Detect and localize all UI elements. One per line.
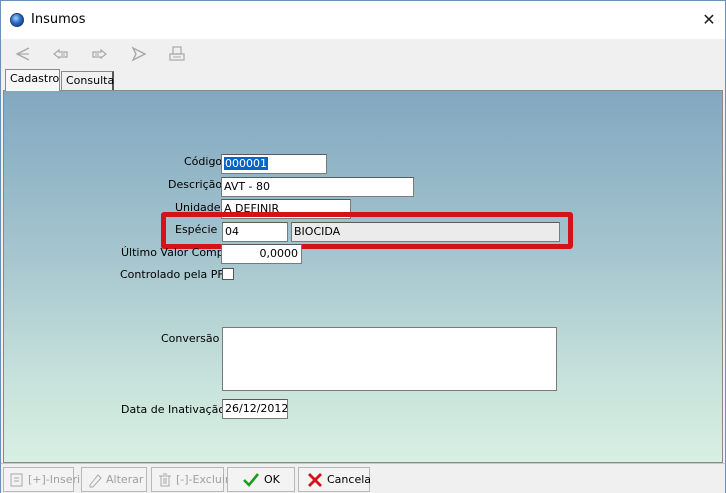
descricao-field[interactable]: AVT - 80	[221, 177, 414, 197]
ok-label: OK	[264, 473, 280, 486]
close-button[interactable]: ✕	[693, 1, 725, 39]
alterar-button[interactable]: Alterar	[81, 467, 147, 492]
ultimo-valor-field[interactable]: 0,0000	[221, 244, 302, 264]
descricao-label: Descrição	[168, 178, 223, 191]
navigation-toolbar	[1, 39, 725, 69]
alterar-label: Alterar	[106, 473, 144, 486]
print-icon[interactable]	[167, 44, 187, 64]
data-inativacao-field[interactable]: 26/12/2012	[222, 399, 288, 419]
tab-cadastro[interactable]: Cadastro	[5, 69, 60, 91]
next-record-icon[interactable]	[89, 44, 109, 64]
inserir-label: [+]-Inserir	[28, 473, 85, 486]
window-title: Insumos	[31, 12, 86, 27]
cancela-button[interactable]: Cancela	[298, 467, 372, 492]
trash-icon	[156, 471, 174, 489]
cadastro-panel: Código 000001 Descrição AVT - 80 Unidade…	[3, 90, 723, 463]
excluir-label: [-]-Excluir	[176, 473, 230, 486]
ok-button[interactable]: OK	[227, 467, 295, 492]
edit-icon	[86, 471, 104, 489]
app-logo-icon	[10, 13, 24, 27]
codigo-field[interactable]: 000001	[221, 154, 327, 174]
codigo-value: 000001	[224, 157, 268, 170]
first-record-icon[interactable]	[13, 44, 33, 64]
cancel-x-icon	[306, 471, 324, 489]
data-inativacao-label: Data de Inativação	[121, 403, 226, 416]
controlado-label: Controlado pela PF	[120, 268, 224, 281]
excluir-button[interactable]: [-]-Excluir	[151, 467, 229, 492]
conversao-label: Conversão	[161, 332, 220, 345]
previous-record-icon[interactable]	[51, 44, 71, 64]
codigo-label: Código	[184, 155, 223, 168]
insert-icon	[8, 471, 26, 489]
title-bar: Insumos ✕	[1, 1, 725, 39]
inserir-button[interactable]: [+]-Inserir	[3, 467, 85, 492]
controlado-checkbox[interactable]	[222, 268, 234, 280]
ultimo-valor-label: Último Valor Compra	[121, 246, 236, 259]
tab-strip: Cadastro Consulta	[1, 69, 725, 91]
checkmark-icon	[242, 471, 260, 489]
action-bar: [+]-Inserir Alterar [-]-Excluir OK Cance…	[1, 463, 725, 493]
tab-consulta[interactable]: Consulta	[61, 71, 114, 91]
cancela-label: Cancela	[327, 473, 372, 486]
conversao-textarea[interactable]	[222, 327, 557, 391]
insumos-window: Insumos ✕ Cadastro Consulta Código 00000…	[0, 0, 726, 493]
last-record-icon[interactable]	[129, 44, 149, 64]
